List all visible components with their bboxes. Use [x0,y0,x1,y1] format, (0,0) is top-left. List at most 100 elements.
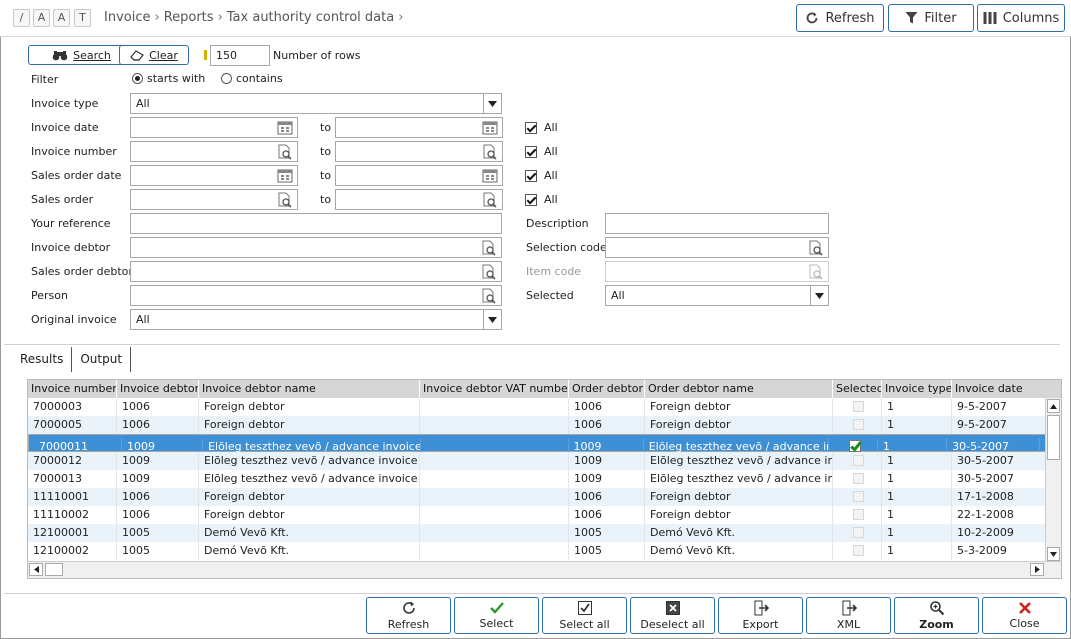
breadcrumb-invoice[interactable]: Invoice [104,10,150,25]
select-all-button[interactable]: Select all [542,597,627,634]
invoice-number-from-input[interactable] [130,141,298,162]
lookup-icon [809,240,823,256]
export-button[interactable]: Export [718,597,803,634]
slash-button[interactable]: / [13,9,30,27]
col-order-debtor[interactable]: Order debtor [569,380,645,398]
filter-header-button[interactable]: Filter [888,4,974,32]
filter-label: Filter [31,73,59,86]
all-label: All [544,193,558,206]
invoice-type-select[interactable]: All [130,93,502,114]
col-invoice-debtor[interactable]: Invoice debtor [117,380,199,398]
sales-order-from-input[interactable] [130,189,298,210]
refresh-button[interactable]: Refresh [366,597,451,634]
invoice-number-all-checkbox[interactable]: All [525,145,558,158]
original-invoice-select[interactable]: All [130,309,502,330]
col-invoice-debtor-name[interactable]: Invoice debtor name [199,380,420,398]
horizontal-scrollbar[interactable] [28,561,1061,578]
text-t-button[interactable]: T [74,9,91,27]
person-input[interactable] [130,285,502,306]
cell-selected [833,416,882,434]
checkbox-icon[interactable] [853,419,864,430]
radio-on-icon [132,73,143,84]
col-invoice-date[interactable]: Invoice date [952,380,1061,398]
your-reference-input[interactable] [130,213,502,234]
checkbox-icon[interactable] [853,545,864,556]
tab-output[interactable]: Output [72,347,132,372]
table-row[interactable]: 7000011 1009 Elõleg teszthez vevõ / advanc… [28,434,1046,456]
cell-invoice-debtor: 1005 [117,524,199,542]
zoom-button[interactable]: Zoom [894,597,979,634]
scroll-right-icon[interactable] [1030,563,1044,576]
original-invoice-label: Original invoice [31,313,117,326]
checkbox-checked-icon[interactable] [849,440,862,452]
selection-code-input[interactable] [605,237,829,258]
close-button[interactable]: Close [982,597,1067,634]
col-order-debtor-name[interactable]: Order debtor name [645,380,833,398]
cell-invoice-type: 1 [882,416,952,434]
vertical-scrollbar[interactable] [1045,398,1061,562]
checkbox-icon[interactable] [853,473,864,484]
breadcrumb-tax-authority[interactable]: Tax authority control data [227,10,394,25]
font-a-button[interactable]: A [33,9,50,27]
sales-order-date-to-input[interactable] [335,165,503,186]
lookup-icon [482,288,496,304]
invoice-number-to-input[interactable] [335,141,503,162]
table-row[interactable]: 11110001 1006 Foreign debtor 1006 Foreign de… [28,488,1046,506]
clear-button[interactable]: Clear [119,45,189,65]
breadcrumb-reports[interactable]: Reports [164,10,214,25]
cell-invoice-number: 11110002 [28,506,117,524]
checkbox-icon[interactable] [853,401,864,412]
rows-input[interactable]: 150 [210,45,270,66]
invoice-debtor-input[interactable] [130,237,502,258]
tab-results[interactable]: Results [12,347,73,372]
cell-invoice-number: 7000005 [28,416,117,434]
xml-button[interactable]: XML [806,597,891,634]
cell-invoice-debtor-vat [420,488,569,506]
invoice-number-label: Invoice number [31,145,117,158]
col-selected[interactable]: Selected [833,380,882,398]
cell-order-debtor: 1006 [569,398,645,416]
checkbox-icon[interactable] [853,527,864,538]
table-row[interactable]: 12100002 1005 Demó Vevõ Kft. 1005 Demó Vevõ … [28,542,1046,560]
checkbox-icon[interactable] [853,455,864,466]
table-row[interactable]: 7000005 1006 Foreign debtor 1006 Foreign deb… [28,416,1046,434]
col-invoice-number[interactable]: Invoice number [28,380,117,398]
scroll-down-icon[interactable] [1047,547,1060,561]
invoice-date-from-input[interactable] [130,117,298,138]
radio-starts-with[interactable]: starts with [132,72,205,85]
sales-order-all-checkbox[interactable]: All [525,193,558,206]
table-row[interactable]: 7000003 1006 Foreign debtor 1006 Foreign deb… [28,398,1046,416]
font-a-large-button[interactable]: A [53,9,70,27]
hscroll-thumb[interactable] [45,563,63,576]
scroll-thumb[interactable] [1047,415,1060,460]
radio-contains[interactable]: contains [221,72,283,85]
description-label: Description [526,217,589,230]
cell-selected [833,506,882,524]
sales-order-to-input[interactable] [335,189,503,210]
selected-select[interactable]: All [605,285,829,306]
starts-with-label: starts with [147,72,206,85]
xml-label: XML [836,618,861,631]
refresh-header-button[interactable]: Refresh [796,4,884,32]
description-input[interactable] [605,213,829,234]
scroll-left-icon[interactable] [29,563,43,576]
table-row[interactable]: 11110002 1006 Foreign debtor 1006 Foreign de… [28,506,1046,524]
to-label: to [320,121,332,134]
columns-header-button[interactable]: Columns [977,4,1065,32]
invoice-date-all-checkbox[interactable]: All [525,121,558,134]
scroll-up-icon[interactable] [1047,399,1060,413]
sales-order-debtor-input[interactable] [130,261,502,282]
checkbox-icon[interactable] [853,491,864,502]
calendar-icon [482,121,498,135]
col-invoice-debtor-vat[interactable]: Invoice debtor VAT number [420,380,569,398]
checkbox-icon[interactable] [853,509,864,520]
table-row[interactable]: 7000012 1009 Elõleg teszthez vevõ / advanc… [28,452,1046,470]
select-button[interactable]: Select [454,597,539,634]
table-row[interactable]: 12100001 1005 Demó Vevõ Kft. 1005 Demó Vevõ … [28,524,1046,542]
col-invoice-type[interactable]: Invoice type [882,380,952,398]
deselect-all-button[interactable]: Deselect all [630,597,715,634]
sales-order-date-all-checkbox[interactable]: All [525,169,558,182]
table-row[interactable]: 7000013 1009 Elõleg teszthez vevõ / advanc… [28,470,1046,488]
invoice-date-to-input[interactable] [335,117,503,138]
sales-order-date-from-input[interactable] [130,165,298,186]
